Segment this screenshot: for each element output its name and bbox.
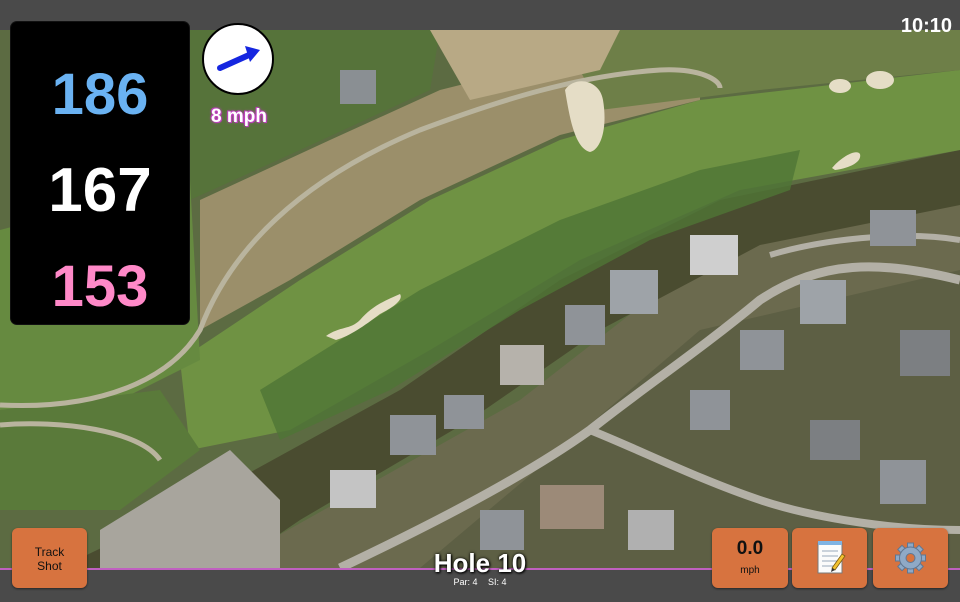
hole-si: SI: 4 xyxy=(488,577,507,587)
wind-speed-unit: mph xyxy=(740,565,760,576)
distance-back: 186 xyxy=(51,62,149,127)
hole-title: Hole 10 xyxy=(433,548,527,578)
track-shot-label-line1: Track xyxy=(34,545,65,559)
wind-arrow-icon xyxy=(217,46,260,71)
distance-front: 153 xyxy=(51,254,149,319)
notes-button[interactable] xyxy=(792,528,867,588)
hole-par: Par: 4 xyxy=(453,577,478,587)
hole-info: Par: 4 SI: 4 xyxy=(380,577,580,587)
track-shot-label-line2: Shot xyxy=(37,559,62,573)
wind-speed-label: 8 mph xyxy=(211,106,267,127)
track-shot-button[interactable]: Track Shot xyxy=(12,528,87,588)
distance-middle: 167 xyxy=(48,156,152,225)
wind-speed-value: 0.0 xyxy=(736,538,764,559)
wind-indicator[interactable] xyxy=(202,23,274,95)
clock: 10:10 xyxy=(900,15,952,37)
notepad-icon xyxy=(817,541,846,574)
gear-icon xyxy=(895,542,926,574)
settings-button[interactable] xyxy=(873,528,948,588)
distance-panel: 186 167 153 xyxy=(11,22,189,324)
wind-speed-button[interactable]: 0.0 mph xyxy=(712,528,788,588)
